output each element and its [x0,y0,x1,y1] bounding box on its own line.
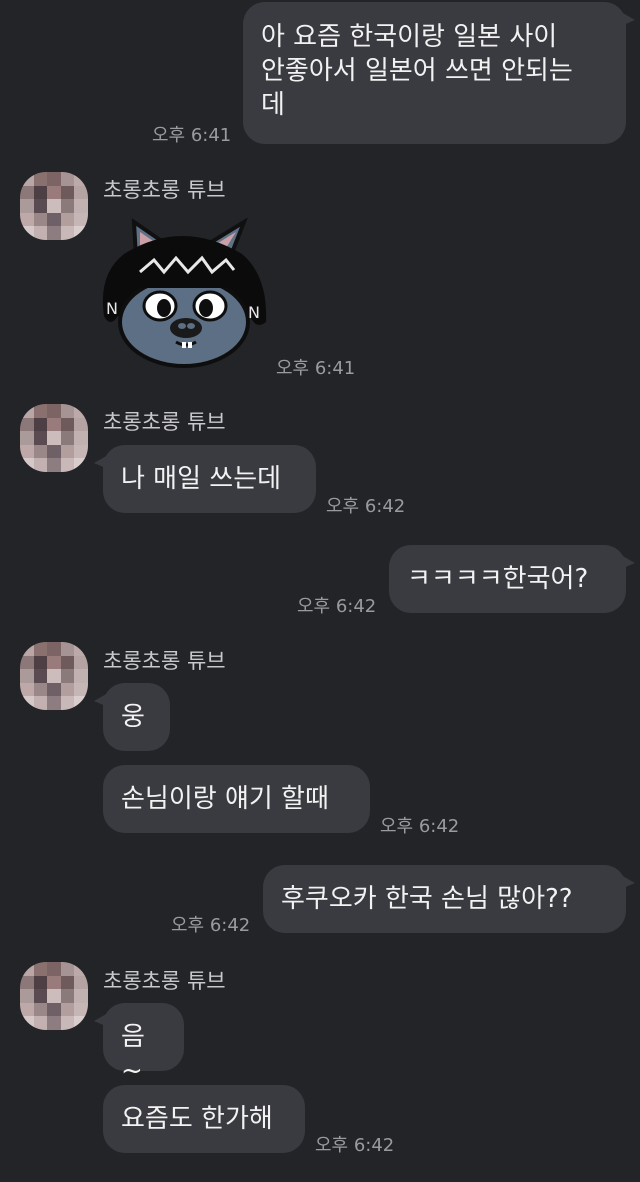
message-timestamp: 오후 6:41 [276,358,356,379]
sender-name: 초롱초롱 튜브 [103,178,226,202]
message-timestamp: 오후 6:42 [326,496,406,517]
received-message-bubble[interactable]: 웅 [94,683,170,751]
sender-name: 초롱초롱 튜브 [103,969,226,993]
cat-character-sticker[interactable]: N N [98,218,268,368]
sender-name: 초롱초롱 튜브 [103,649,226,673]
message-timestamp: 오후 6:42 [171,915,251,936]
message-timestamp: 오후 6:42 [315,1135,395,1156]
received-message-bubble[interactable]: 나 매일 쓰는데 [94,445,316,513]
received-message-bubble[interactable]: 요즘도 한가해 [103,1085,305,1153]
sent-message-bubble[interactable]: 아 요즘 한국이랑 일본 사이 안좋아서 일본어 쓰면 안되는 데 [243,2,635,144]
avatar[interactable] [20,642,88,710]
received-message-bubble[interactable]: 음~ [94,1003,184,1086]
avatar[interactable] [20,962,88,1030]
sent-message-bubble[interactable]: ㅋㅋㅋㅋ한국어? [389,545,635,613]
message-timestamp: 오후 6:42 [380,816,460,837]
avatar[interactable] [20,404,88,472]
sender-name: 초롱초롱 튜브 [103,410,226,434]
sent-message-bubble[interactable]: 후쿠오카 한국 손님 많아?? [263,865,635,933]
received-message-bubble[interactable]: 손님이랑 얘기 할때 [103,765,370,833]
avatar[interactable] [20,172,88,240]
message-timestamp: 오후 6:41 [152,125,232,146]
message-timestamp: 오후 6:42 [297,596,377,617]
svg-text:N: N [248,303,260,322]
svg-text:N: N [106,299,118,318]
